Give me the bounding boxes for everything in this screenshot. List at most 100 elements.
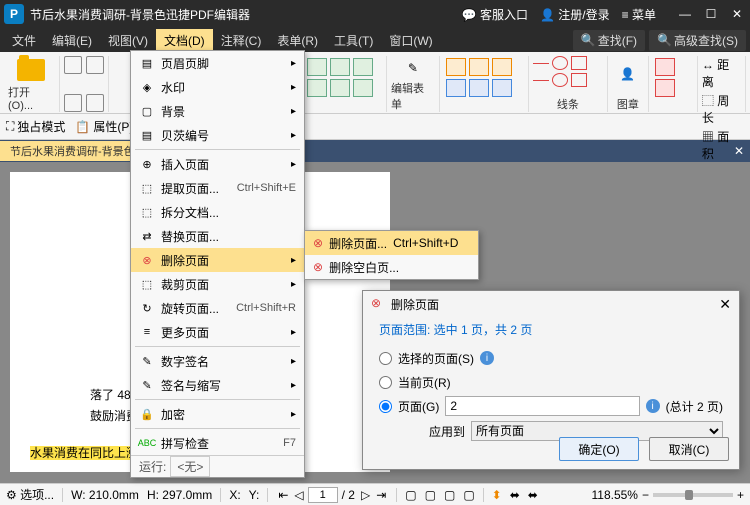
- tab-close-button[interactable]: ✕: [728, 144, 750, 158]
- shape-circle-icon[interactable]: [552, 56, 568, 70]
- eraser-icon[interactable]: [655, 79, 675, 97]
- menu-spell-check[interactable]: ABC拼写检查F7: [131, 431, 304, 455]
- cancel-button[interactable]: 取消(C): [649, 437, 729, 461]
- last-page-button[interactable]: ⇥: [374, 488, 388, 502]
- form-tool-icon[interactable]: [307, 79, 327, 97]
- form-tool-icon[interactable]: [353, 79, 373, 97]
- service-link[interactable]: 💬 客服入口: [462, 6, 528, 23]
- zoom-value[interactable]: 118.55%: [591, 488, 637, 502]
- form-tool-icon[interactable]: [330, 79, 350, 97]
- shape-line-icon[interactable]: [533, 63, 549, 64]
- eraser-icon[interactable]: [655, 58, 675, 76]
- submenu-delete-blank[interactable]: ⊗删除空白页...: [305, 255, 478, 279]
- search-button[interactable]: 🔍查找(F): [573, 30, 645, 51]
- menu-edit[interactable]: 编辑(E): [44, 29, 100, 52]
- radio-selected-pages[interactable]: 选择的页面(S) i: [379, 346, 723, 370]
- menu-comment[interactable]: 注释(C): [213, 29, 270, 52]
- zoom-slider[interactable]: [653, 493, 733, 497]
- annot-tool-icon[interactable]: [492, 79, 512, 97]
- menu-rotate-page[interactable]: ↻旋转页面...Ctrl+Shift+R: [131, 296, 304, 320]
- info-icon[interactable]: i: [480, 351, 494, 365]
- zoom-out-button[interactable]: −: [642, 488, 649, 502]
- minimize-button[interactable]: —: [676, 7, 694, 21]
- menu-header-footer[interactable]: ▤页眉页脚▸: [131, 51, 304, 75]
- menu-window[interactable]: 窗口(W): [381, 29, 440, 52]
- form-tool-icon[interactable]: [353, 58, 373, 76]
- page-number-input[interactable]: [308, 487, 338, 503]
- options-button[interactable]: ⚙ 选项...: [6, 486, 54, 503]
- menu-replace-page[interactable]: ⇄替换页面...: [131, 224, 304, 248]
- menu-insert-page[interactable]: ⊕插入页面▸: [131, 152, 304, 176]
- shape-circle-icon[interactable]: [552, 73, 568, 87]
- menu-bates[interactable]: ▤贝茨编号▸: [131, 123, 304, 147]
- submenu-delete-pages[interactable]: ⊗删除页面...Ctrl+Shift+D: [305, 231, 478, 255]
- shape-rect-icon[interactable]: [571, 56, 587, 70]
- form-tool-icon[interactable]: [330, 58, 350, 76]
- shape-line-icon[interactable]: [533, 80, 549, 81]
- menu-document[interactable]: 文档(D): [156, 29, 213, 52]
- exclusive-mode-button[interactable]: ⛶ 独占模式: [6, 118, 65, 135]
- tool-icon[interactable]: [86, 56, 104, 74]
- radio-input[interactable]: [379, 400, 392, 413]
- maximize-button[interactable]: ☐: [702, 7, 720, 21]
- stamp-label: 图章: [617, 96, 639, 112]
- edit-form-button[interactable]: ✎: [397, 56, 429, 80]
- form-tool-icon[interactable]: [307, 58, 327, 76]
- login-link[interactable]: 👤 注册/登录: [540, 6, 610, 23]
- advanced-search-button[interactable]: 🔍高级查找(S): [649, 30, 746, 51]
- open-button[interactable]: [15, 56, 47, 84]
- radio-page-range[interactable]: 页面(G) i (总计 2 页): [379, 394, 723, 418]
- fit-mode-icon[interactable]: ⬌: [510, 488, 520, 502]
- view-mode-icon[interactable]: ▢: [444, 488, 455, 502]
- menu-encrypt[interactable]: 🔒加密▸: [131, 402, 304, 426]
- main-menu-link[interactable]: ≡ 菜单: [622, 6, 656, 23]
- menu-more-pages[interactable]: ≡更多页面▸: [131, 320, 304, 344]
- menu-extract-page[interactable]: ⬚提取页面...Ctrl+Shift+E: [131, 176, 304, 200]
- document-tab[interactable]: 节后水果消费调研-背景色: [0, 141, 145, 161]
- view-mode-icon[interactable]: ▢: [425, 488, 436, 502]
- shape-rect-icon[interactable]: [571, 73, 587, 87]
- tool-icon[interactable]: [64, 94, 82, 112]
- menu-delete-page[interactable]: ⊗删除页面▸: [131, 248, 304, 272]
- page-input[interactable]: [445, 396, 639, 416]
- menu-split-doc[interactable]: ⬚拆分文档...: [131, 200, 304, 224]
- menu-view[interactable]: 视图(V): [100, 29, 156, 52]
- menu-form[interactable]: 表单(R): [269, 29, 326, 52]
- menu-run-footer[interactable]: 运行:<无>: [131, 455, 304, 477]
- annot-tool-icon[interactable]: [469, 58, 489, 76]
- menu-file[interactable]: 文件: [4, 29, 44, 52]
- watermark-icon: ◈: [139, 79, 155, 95]
- menu-digital-signature[interactable]: ✎数字签名▸: [131, 349, 304, 373]
- menu-tools[interactable]: 工具(T): [326, 29, 381, 52]
- radio-input[interactable]: [379, 352, 392, 365]
- first-page-button[interactable]: ⇤: [276, 488, 290, 502]
- close-button[interactable]: ✕: [728, 7, 746, 21]
- radio-current-page[interactable]: 当前页(R): [379, 370, 723, 394]
- tool-icon[interactable]: [64, 56, 82, 74]
- view-mode-icon[interactable]: ▢: [405, 488, 416, 502]
- menu-crop-page[interactable]: ⬚裁剪页面▸: [131, 272, 304, 296]
- perimeter-tool[interactable]: ⬚ 周长: [702, 92, 741, 126]
- fit-mode-icon[interactable]: ⬌: [528, 488, 538, 502]
- annot-tool-icon[interactable]: [446, 58, 466, 76]
- ok-button[interactable]: 确定(O): [559, 437, 639, 461]
- page-navigation: ⇤ ◁ / 2 ▷ ⇥: [276, 487, 388, 503]
- menu-watermark[interactable]: ◈水印▸: [131, 75, 304, 99]
- fit-mode-icon[interactable]: ⬍: [492, 488, 502, 502]
- menu-background[interactable]: ▢背景▸: [131, 99, 304, 123]
- info-icon[interactable]: i: [646, 399, 660, 413]
- annot-tool-icon[interactable]: [446, 79, 466, 97]
- tool-icon[interactable]: [86, 94, 104, 112]
- next-page-button[interactable]: ▷: [359, 488, 372, 502]
- dialog-close-button[interactable]: ✕: [719, 296, 731, 313]
- stamp-button[interactable]: 👤: [612, 56, 644, 92]
- extract-icon: ⬚: [139, 180, 155, 196]
- radio-input[interactable]: [379, 376, 392, 389]
- annot-tool-icon[interactable]: [469, 79, 489, 97]
- view-mode-icon[interactable]: ▢: [463, 488, 474, 502]
- zoom-in-button[interactable]: +: [737, 488, 744, 502]
- prev-page-button[interactable]: ◁: [292, 488, 305, 502]
- distance-tool[interactable]: ↔ 距离: [702, 56, 741, 90]
- menu-sign-compress[interactable]: ✎签名与缩写▸: [131, 373, 304, 397]
- annot-tool-icon[interactable]: [492, 58, 512, 76]
